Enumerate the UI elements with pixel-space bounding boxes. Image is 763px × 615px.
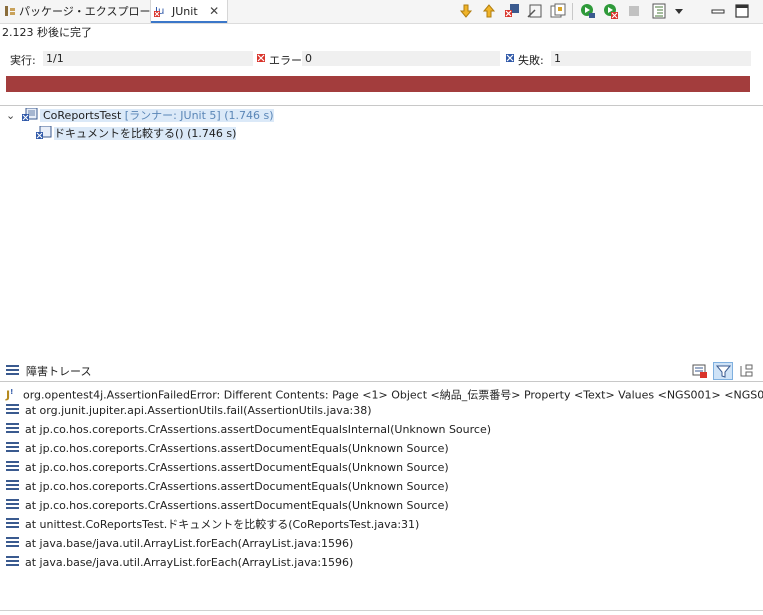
runs-value: 1/1: [43, 51, 253, 66]
divider: [0, 381, 763, 382]
error-icon: [257, 54, 265, 62]
errors-label: エラー:: [269, 54, 306, 67]
tab-package-explorer[interactable]: パッケージ・エクスプローラー: [4, 0, 172, 23]
trace-line[interactable]: at jp.co.hos.coreports.CrAssertions.asse…: [6, 478, 449, 496]
failure-trace-header: 障害トレース: [0, 362, 763, 382]
minimize-icon[interactable]: [710, 3, 726, 19]
stack-trace-icon: [6, 365, 19, 375]
filter-icon: [716, 365, 731, 378]
view-tab-bar: パッケージ・エクスプローラー Ju JUnit ✕: [0, 0, 763, 24]
test-suite-failed-icon: [21, 107, 37, 121]
failure-trace-title: 障害トレース: [26, 365, 92, 378]
stack-frame-icon: [6, 556, 19, 566]
progress-bar: [6, 76, 750, 92]
divider: [0, 610, 763, 611]
previous-failure-icon[interactable]: [481, 3, 497, 19]
stop-icon[interactable]: [626, 3, 642, 19]
close-tab-icon[interactable]: ✕: [209, 4, 219, 18]
stack-frame-icon: [6, 404, 19, 414]
view-menu-icon[interactable]: [671, 3, 687, 19]
trace-line[interactable]: at jp.co.hos.coreports.CrAssertions.asse…: [6, 421, 491, 439]
rerun-failed-first-icon[interactable]: [603, 3, 619, 19]
suite-name: CoReportsTest: [43, 109, 122, 122]
stack-frame-icon: [6, 518, 19, 528]
errors-value: 0: [302, 51, 500, 66]
stack-frame-icon: [6, 537, 19, 547]
history-icon[interactable]: [550, 3, 566, 19]
failure-icon: [506, 54, 514, 62]
tree-suite-row[interactable]: ⌄ CoReportsTest [ランナー: JUnit 5] (1.746 s…: [6, 107, 274, 124]
stack-frame-icon: [6, 423, 19, 433]
trace-line[interactable]: at java.base/java.util.ArrayList.forEach…: [6, 554, 353, 572]
stack-frame-icon: [6, 480, 19, 490]
package-explorer-icon: [5, 6, 15, 16]
junit-failed-icon: Ju: [154, 6, 164, 17]
stack-frame-icon: [6, 499, 19, 509]
rerun-icon[interactable]: [580, 3, 596, 19]
trace-line[interactable]: at org.junit.jupiter.api.AssertionUtils.…: [6, 402, 372, 420]
tab-junit[interactable]: Ju JUnit ✕: [150, 0, 228, 23]
trace-line-exception[interactable]: J! org.opentest4j.AssertionFailedError: D…: [6, 383, 763, 402]
runs-label: 実行:: [10, 54, 36, 67]
copy-trace-icon[interactable]: [738, 363, 754, 379]
tree-test-row[interactable]: ドキュメントを比較する() (1.746 s): [36, 125, 237, 142]
compare-results-icon[interactable]: [692, 363, 708, 379]
failures-label: 失敗:: [518, 54, 544, 67]
failures-only-icon[interactable]: [504, 3, 520, 19]
divider: [0, 105, 763, 106]
layout-icon[interactable]: [651, 3, 667, 19]
filter-stack-button[interactable]: [713, 362, 733, 380]
suite-meta: [ランナー: JUnit 5] (1.746 s): [124, 109, 274, 122]
trace-line[interactable]: at jp.co.hos.coreports.CrAssertions.asse…: [6, 440, 449, 458]
stack-frame-icon: [6, 442, 19, 452]
status-message: 2.123 秒後に完了: [2, 26, 92, 39]
test-name: ドキュメントを比較する() (1.746 s): [54, 127, 237, 140]
active-tab-indicator: [151, 21, 227, 23]
tab-junit-label: JUnit: [172, 5, 198, 18]
next-failure-icon[interactable]: [458, 3, 474, 19]
toolbar-separator: [572, 3, 573, 20]
scroll-lock-icon[interactable]: [527, 3, 543, 19]
stack-frame-icon: [6, 461, 19, 471]
failures-value: 1: [551, 51, 751, 66]
trace-line[interactable]: at unittest.CoReportsTest.ドキュメントを比較する(Co…: [6, 516, 419, 534]
trace-line[interactable]: at jp.co.hos.coreports.CrAssertions.asse…: [6, 497, 449, 515]
chevron-down-icon[interactable]: ⌄: [6, 108, 18, 124]
maximize-icon[interactable]: [734, 3, 750, 19]
test-failed-icon: [36, 125, 52, 139]
trace-line[interactable]: at jp.co.hos.coreports.CrAssertions.asse…: [6, 459, 449, 477]
trace-line[interactable]: at java.base/java.util.ArrayList.forEach…: [6, 535, 353, 553]
